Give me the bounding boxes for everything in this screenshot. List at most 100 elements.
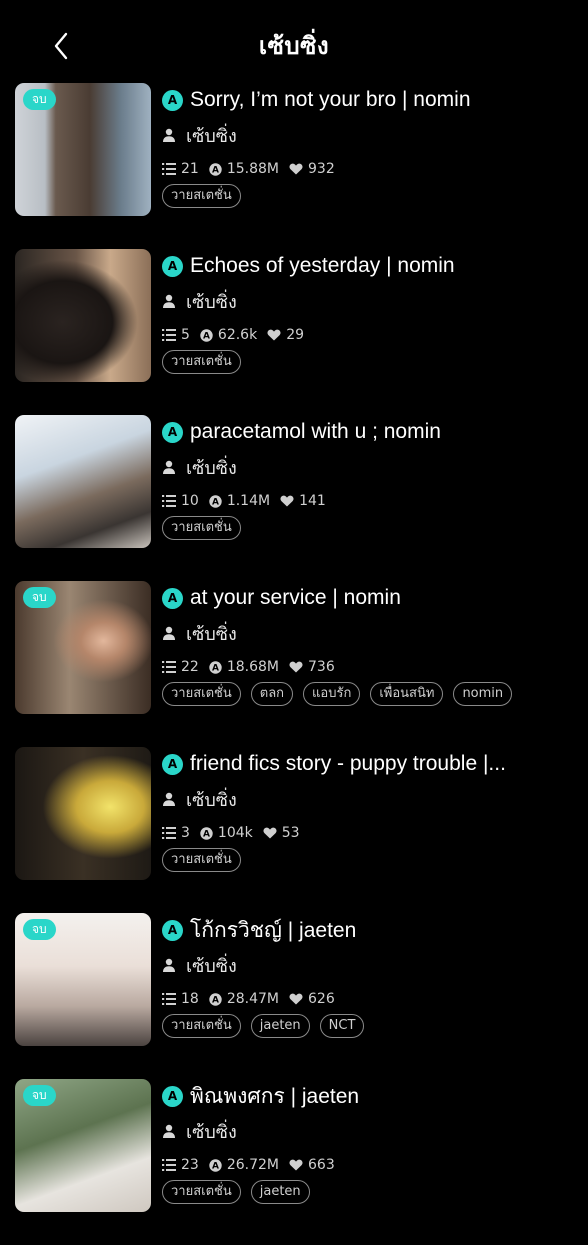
story-title[interactable]: paracetamol with u ; nomin <box>190 420 441 444</box>
story-title[interactable]: at your service | nomin <box>190 586 401 610</box>
author-name[interactable]: เซ้บซิ่ง <box>186 951 237 980</box>
reads-icon: A <box>209 992 222 1006</box>
cover-image <box>15 249 151 382</box>
cover-image <box>15 747 151 880</box>
stats-row: 10 A 1.14M 141 <box>162 492 568 510</box>
person-icon <box>163 626 175 640</box>
heart-icon <box>289 1159 303 1171</box>
story-item[interactable]: จบ A โก้กรวิชญ์ | jaeten เซ้บซิ่ง 18 A 28.47M 6… <box>0 913 588 1079</box>
like-count-value: 141 <box>299 493 326 509</box>
reads-icon: A <box>209 494 222 508</box>
tag-list: วายสเตชั่น <box>162 350 568 374</box>
like-count-value: 932 <box>308 161 335 177</box>
tag-list: วายสเตชั่น ตลก แอบรัก เพื่อนสนิท nomin <box>162 682 568 706</box>
tag-chip[interactable]: NCT <box>319 1014 365 1038</box>
completed-badge: จบ <box>23 919 56 940</box>
view-count-value: 18.68M <box>226 659 279 675</box>
view-count-value: 104k <box>217 825 253 841</box>
svg-text:A: A <box>212 497 219 507</box>
author-row: เซ้บซิ่ง <box>162 784 568 814</box>
tag-chip[interactable]: วายสเตชั่น <box>162 848 241 872</box>
tag-chip[interactable]: วายสเตชั่น <box>162 682 241 706</box>
tag-chip[interactable]: jaeten <box>250 1014 310 1038</box>
view-count: A 28.47M <box>209 991 279 1007</box>
completed-badge: จบ <box>23 587 56 608</box>
story-title[interactable]: Echoes of yesterday | nomin <box>190 254 455 278</box>
author-name[interactable]: เซ้บซิ่ง <box>186 453 237 482</box>
tag-chip[interactable]: วายสเตชั่น <box>162 1014 241 1038</box>
page-title: เซ้บซิ่ง <box>258 32 330 60</box>
story-title[interactable]: โก้กรวิชญ์ | jaeten <box>190 914 356 947</box>
tag-chip[interactable]: แอบรัก <box>303 682 361 706</box>
author-name[interactable]: เซ้บซิ่ง <box>186 287 237 316</box>
cover-image <box>15 415 151 548</box>
story-cover[interactable]: จบ <box>15 581 151 714</box>
story-title[interactable]: พิณพงศกร | jaeten <box>190 1080 359 1113</box>
person-icon <box>163 792 175 806</box>
story-cover[interactable]: จบ <box>15 1079 151 1212</box>
chapter-count-value: 3 <box>181 825 190 841</box>
like-count: 626 <box>289 991 335 1007</box>
tag-list: วายสเตชั่น <box>162 848 568 872</box>
stats-row: 18 A 28.47M 626 <box>162 990 568 1008</box>
tag-chip[interactable]: เพื่อนสนิท <box>370 682 444 706</box>
stats-row: 3 A 104k 53 <box>162 824 568 842</box>
list-icon <box>162 163 176 175</box>
story-item[interactable]: Aparacetamol with u ; nomin เซ้บซิ่ง 10 A 1.… <box>0 415 588 581</box>
tag-chip[interactable]: ตลก <box>250 682 294 706</box>
tag-list: วายสเตชั่น jaeten NCT <box>162 1014 568 1038</box>
author-name[interactable]: เซ้บซิ่ง <box>186 121 237 150</box>
svg-text:A: A <box>212 995 219 1005</box>
story-item[interactable]: A Echoes of yesterday | nomin เซ้บซิ่ง 5 A 62… <box>0 249 588 415</box>
tag-chip[interactable]: nomin <box>453 682 513 706</box>
list-icon <box>162 993 176 1005</box>
person-icon <box>163 294 175 308</box>
story-type-icon: A <box>162 255 183 277</box>
story-cover[interactable]: จบ <box>15 83 151 216</box>
tag-chip[interactable]: วายสเตชั่น <box>162 1180 241 1204</box>
tag-list: วายสเตชั่น <box>162 516 568 540</box>
app-header: เซ้บซิ่ง <box>0 0 588 84</box>
author-name[interactable]: เซ้บซิ่ง <box>186 619 237 648</box>
like-count-value: 663 <box>308 1157 335 1173</box>
list-icon <box>162 495 176 507</box>
story-type-icon: A <box>162 587 183 609</box>
story-type-icon: A <box>162 1085 183 1107</box>
heart-icon <box>267 329 281 341</box>
person-icon <box>163 1124 175 1138</box>
person-icon <box>163 460 175 474</box>
reads-icon: A <box>209 660 222 674</box>
story-title[interactable]: Sorry, I’m not your bro | nomin <box>190 88 471 112</box>
like-count-value: 626 <box>308 991 335 1007</box>
tag-chip[interactable]: วายสเตชั่น <box>162 184 241 208</box>
stats-row: 22 A 18.68M 736 <box>162 658 568 676</box>
story-cover[interactable] <box>15 249 151 382</box>
story-cover[interactable]: จบ <box>15 913 151 1046</box>
tag-chip[interactable]: วายสเตชั่น <box>162 350 241 374</box>
story-item[interactable]: จบ A Sorry, I’m not your bro | nomin เซ้บซิ… <box>0 83 588 249</box>
story-item[interactable]: จบ Aat your service | nomin เซ้บซิ่ง 22 A 18.… <box>0 581 588 747</box>
tag-chip[interactable]: jaeten <box>250 1180 310 1204</box>
title-row: A Echoes of yesterday | nomin <box>162 250 568 282</box>
chapter-count-value: 23 <box>181 1157 199 1173</box>
story-cover[interactable] <box>15 747 151 880</box>
author-name[interactable]: เซ้บซิ่ง <box>186 785 237 814</box>
story-item[interactable]: Afriend fics story - puppy trouble |... เ… <box>0 747 588 913</box>
chapter-count: 3 <box>162 825 190 841</box>
story-item[interactable]: จบ A พิณพงศกร | jaeten เซ้บซิ่ง 23 A 26.72M 663… <box>0 1079 588 1245</box>
chapter-count-value: 5 <box>181 327 190 343</box>
like-count: 53 <box>263 825 300 841</box>
author-name[interactable]: เซ้บซิ่ง <box>186 1117 237 1146</box>
story-info: A Echoes of yesterday | nomin เซ้บซิ่ง 5 A 62… <box>162 249 568 374</box>
tag-list: วายสเตชั่น jaeten <box>162 1180 568 1204</box>
tag-chip[interactable]: วายสเตชั่น <box>162 516 241 540</box>
author-row: เซ้บซิ่ง <box>162 618 568 648</box>
story-cover[interactable] <box>15 415 151 548</box>
story-list: จบ A Sorry, I’m not your bro | nomin เซ้บซิ… <box>0 83 588 1245</box>
person-icon <box>163 128 175 142</box>
tag-list: วายสเตชั่น <box>162 184 568 208</box>
like-count-value: 736 <box>308 659 335 675</box>
view-count: A 1.14M <box>209 493 270 509</box>
story-title[interactable]: friend fics story - puppy trouble |... <box>190 752 506 776</box>
heart-icon <box>289 163 303 175</box>
